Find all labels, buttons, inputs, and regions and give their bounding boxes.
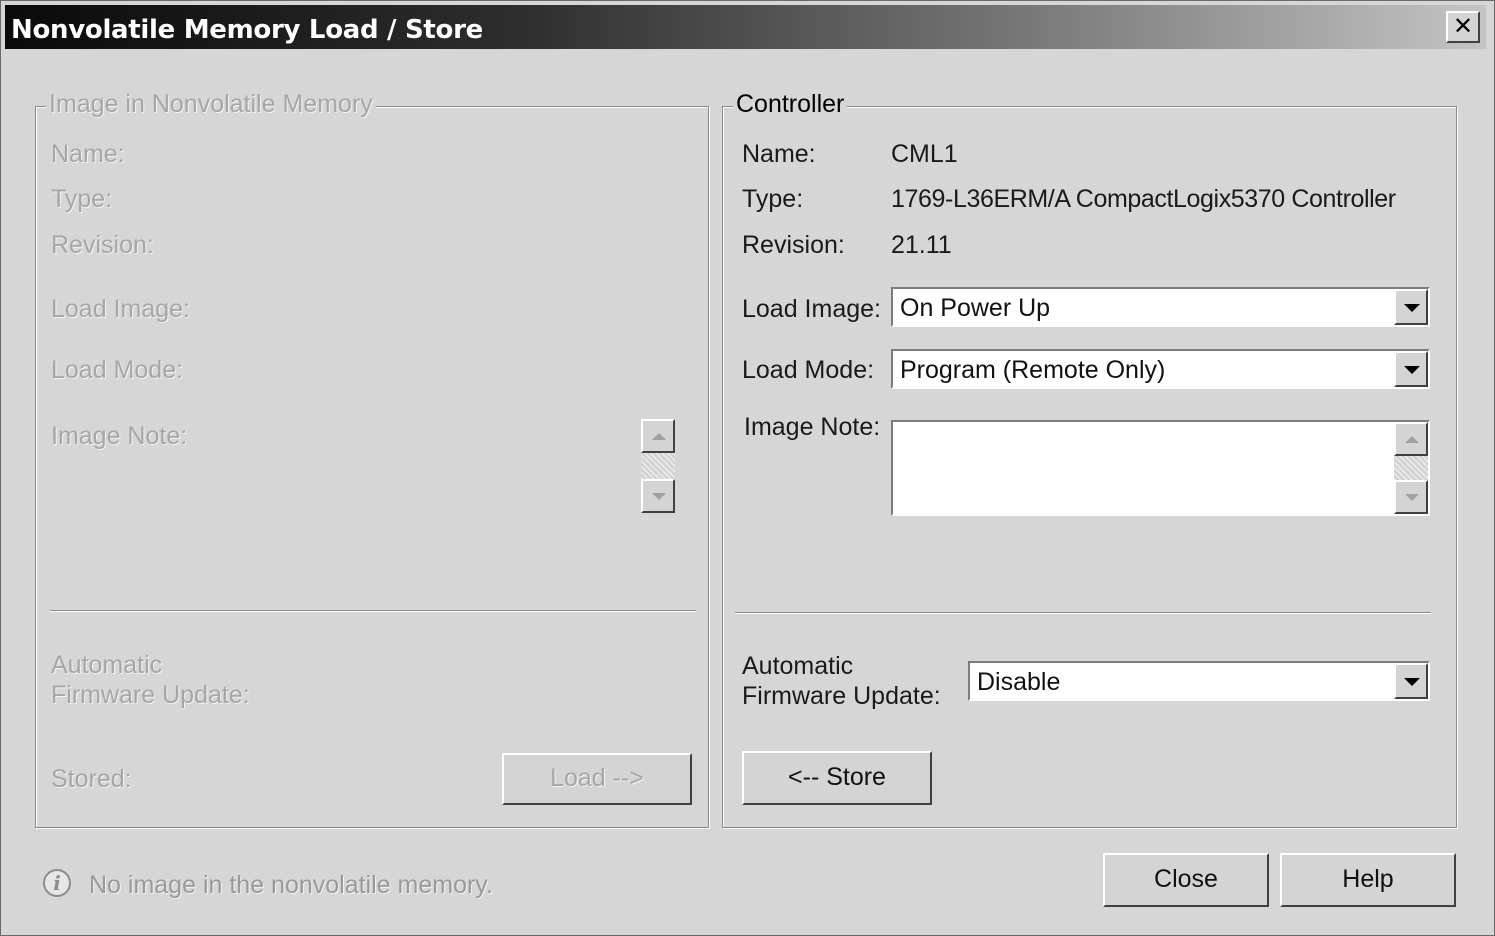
- scroll-up-icon: [652, 433, 666, 440]
- store-button-label: <-- Store: [788, 763, 886, 791]
- load-image-dropdown-button[interactable]: [1394, 289, 1428, 325]
- controller-revision-value: 21.11: [891, 231, 952, 259]
- close-button[interactable]: Close: [1103, 853, 1269, 907]
- image-load-image-label: Load Image:: [51, 295, 190, 323]
- image-group-separator: [50, 610, 696, 612]
- firmware-update-dropdown-button[interactable]: [1394, 663, 1428, 699]
- image-note-scroll-down[interactable]: [1394, 480, 1428, 514]
- controller-name-label: Name:: [742, 140, 816, 168]
- controller-type-label: Type:: [742, 185, 804, 213]
- controller-type-value: 1769-L36ERM/A CompactLogix5370 Controlle…: [891, 185, 1396, 213]
- close-window-button[interactable]: ✕: [1446, 11, 1480, 43]
- firmware-update-value: Disable: [977, 668, 1061, 696]
- load-button-label: Load -->: [550, 764, 644, 792]
- load-image-value: On Power Up: [900, 294, 1051, 322]
- controller-image-note-label: Image Note:: [744, 413, 881, 441]
- image-stored-label: Stored:: [51, 765, 132, 793]
- chevron-down-icon: [1404, 366, 1420, 374]
- image-note-scroll-down: [641, 479, 675, 513]
- controller-revision-label: Revision:: [742, 231, 845, 259]
- scroll-down-icon: [652, 493, 666, 500]
- close-icon: ✕: [1452, 12, 1474, 40]
- load-mode-dropdown-button[interactable]: [1394, 351, 1428, 387]
- close-button-label: Close: [1154, 865, 1218, 893]
- image-fw-update-label-line2: Firmware Update:: [51, 681, 250, 709]
- image-note-scroll-track[interactable]: [1394, 456, 1428, 480]
- controller-load-image-label: Load Image:: [742, 295, 881, 323]
- help-button-label: Help: [1342, 865, 1394, 893]
- window-title: Nonvolatile Memory Load / Store: [11, 15, 483, 45]
- load-button[interactable]: Load -->: [502, 753, 692, 805]
- controller-group-separator: [735, 612, 1431, 614]
- nonvolatile-memory-dialog: Nonvolatile Memory Load / Store ✕ Image …: [0, 0, 1495, 936]
- image-in-nonvolatile-memory-group: Image in Nonvolatile Memory Name: Type: …: [35, 90, 709, 828]
- load-mode-value: Program (Remote Only): [900, 356, 1166, 384]
- image-name-label: Name:: [51, 140, 125, 168]
- scroll-down-icon: [1405, 494, 1419, 501]
- controller-name-value: CML1: [891, 140, 958, 168]
- controller-group: Controller Name: CML1 Type: 1769-L36ERM/…: [722, 90, 1457, 828]
- load-image-dropdown[interactable]: On Power Up: [891, 287, 1430, 327]
- controller-fw-update-label-line2: Firmware Update:: [742, 682, 941, 710]
- load-mode-dropdown[interactable]: Program (Remote Only): [891, 349, 1430, 389]
- image-note-scroll-up[interactable]: [1394, 422, 1428, 456]
- chevron-down-icon: [1404, 678, 1420, 686]
- title-bar: Nonvolatile Memory Load / Store ✕: [5, 5, 1486, 49]
- help-button[interactable]: Help: [1280, 853, 1456, 907]
- image-note-textarea[interactable]: [891, 420, 1430, 516]
- image-type-label: Type:: [51, 185, 113, 213]
- image-revision-label: Revision:: [51, 231, 154, 259]
- image-note-scroll-track: [641, 453, 675, 479]
- image-note-label: Image Note:: [51, 422, 188, 450]
- image-load-mode-label: Load Mode:: [51, 356, 184, 384]
- chevron-down-icon: [1404, 304, 1420, 312]
- firmware-update-dropdown[interactable]: Disable: [968, 661, 1430, 701]
- scroll-up-icon: [1405, 436, 1419, 443]
- controller-fw-update-label-line1: Automatic: [742, 652, 854, 680]
- image-fw-update-label-line1: Automatic: [51, 651, 163, 679]
- controller-group-legend: Controller: [733, 90, 848, 119]
- image-group-legend: Image in Nonvolatile Memory: [46, 90, 376, 119]
- info-icon: i: [43, 869, 71, 897]
- controller-load-mode-label: Load Mode:: [742, 356, 875, 384]
- store-button[interactable]: <-- Store: [742, 751, 932, 805]
- status-message: No image in the nonvolatile memory.: [89, 871, 493, 899]
- image-note-scroll-up: [641, 419, 675, 453]
